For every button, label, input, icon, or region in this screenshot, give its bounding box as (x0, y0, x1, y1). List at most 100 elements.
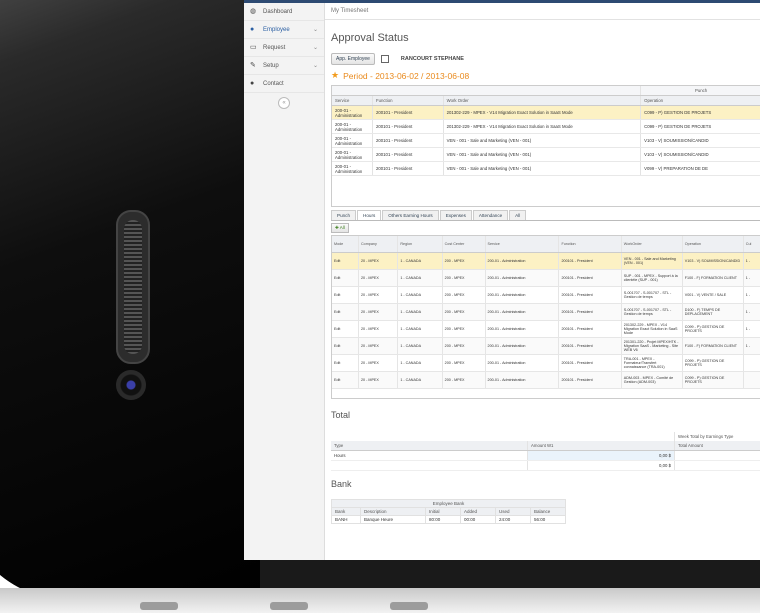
table-row[interactable]: 200-01 - Administration 200101 - Preside… (332, 105, 760, 120)
table-group-header: Employee Bank (331, 499, 566, 508)
table-row[interactable]: Edit 20 - MPEX 1 - CANADA 200 - MPEX 200-01 … (332, 371, 760, 389)
table-row[interactable]: Edit 20 - MPEX 1 - CANADA 200 - MPEX 200-01 … (332, 320, 760, 338)
tab-attendance[interactable]: Attendance (472, 210, 509, 220)
approve-checkbox[interactable] (380, 55, 389, 63)
table-cell: 1 - CANADA (397, 286, 443, 304)
edit-link[interactable]: Edit (332, 303, 359, 321)
table-cell: SUP - 001 - MPEX - Support à la clientèl… (621, 269, 683, 287)
table-row[interactable]: Edit 20 - MPEX 1 - CANADA 200 - MPEX 200-01 … (332, 286, 760, 304)
table-row[interactable]: Edit 20 - MPEX 1 - CANADA 200 - MPEX 200-01 … (332, 269, 760, 287)
sidebar-item-setup[interactable]: ✎ Setup ⌄ (244, 57, 324, 75)
add-button[interactable]: ✚ All (331, 223, 349, 233)
column-header[interactable]: Cost Center (442, 236, 486, 253)
total-title: Total (331, 410, 351, 420)
sidebar-collapse-button[interactable]: « (278, 97, 290, 109)
page-title: Approval Status (331, 32, 409, 44)
table-cell: 200-01 - Administration (485, 269, 560, 287)
sidebar-item-dashboard[interactable]: ◍ Dashboard (244, 3, 324, 21)
dashboard-icon: ◍ (250, 7, 257, 15)
tab-hours[interactable]: Hours (357, 210, 382, 220)
table-row: Hours 0,00 $ (331, 450, 760, 461)
table-cell: 200101 - President (558, 337, 622, 355)
table-cell (674, 460, 760, 471)
sidebar-item-label: Contact (263, 80, 284, 87)
table-row[interactable]: Edit 20 - MPEX 1 - CANADA 200 - MPEX 200-01 … (332, 252, 760, 270)
table-cell: 0,00 $ (527, 450, 675, 461)
table-cell: VEN - 001 - Sale and Marketing (VEN - 00… (621, 252, 683, 270)
star-icon: ★ (331, 70, 340, 80)
column-header[interactable]: Service (332, 95, 373, 106)
table-group-header (332, 86, 642, 96)
column-header[interactable]: Mode (332, 236, 359, 253)
table-cell (331, 460, 528, 471)
column-header[interactable]: Function (372, 95, 444, 106)
table-cell: 200-01 - Administration (485, 303, 560, 321)
edit-link[interactable]: Edit (332, 252, 359, 270)
edit-link[interactable]: Edit (332, 337, 359, 355)
table-row[interactable]: 200-01 - Administration 200101 - Preside… (332, 119, 760, 134)
table-cell: 1 - (743, 252, 760, 270)
column-header[interactable]: Operation (640, 95, 760, 106)
tab-others-earning-hours[interactable]: Others Earning Hours (382, 210, 439, 220)
column-header[interactable]: Region (397, 236, 443, 253)
sidebar-item-label: Dashboard (263, 8, 293, 15)
sidebar-item-label: Employee (263, 26, 290, 33)
edit-link[interactable]: Edit (332, 286, 359, 304)
table-group-header (331, 432, 675, 441)
tab-expenses[interactable]: Expenses (439, 210, 472, 220)
breadcrumb[interactable]: My Timesheet (325, 3, 760, 20)
table-row[interactable]: Edit 20 - MPEX 1 - CANADA 200 - MPEX 200-01 … (332, 354, 760, 372)
sidebar-item-contact[interactable]: ● Contact (244, 75, 324, 93)
sidebar-item-request[interactable]: ▭ Request ⌄ (244, 39, 324, 57)
tab-punch[interactable]: Punch (331, 210, 357, 220)
table-row[interactable]: Edit 20 - MPEX 1 - CANADA 200 - MPEX 200-01 … (332, 303, 760, 321)
table-cell: V099 - V) PREPARATION DE DE (640, 161, 760, 176)
table-group-header: Week Total by Earnings Type (674, 432, 760, 441)
column-header[interactable]: Company (358, 236, 399, 253)
table-row[interactable]: 200-01 - Administration 200101 - Preside… (332, 133, 760, 148)
front-camera (116, 370, 146, 400)
table-cell: 20 - MPEX (358, 320, 399, 338)
tab-all[interactable]: All (509, 210, 527, 220)
table-cell: 20 - MPEX (358, 252, 399, 270)
table-row[interactable]: Edit 20 - MPEX 1 - CANADA 200 - MPEX 200-01 … (332, 337, 760, 355)
column-header: Amount W1 (527, 441, 675, 451)
employee-name: RANCOURT STEPHANE (400, 56, 464, 62)
approve-employee-button[interactable]: App. Employee (331, 53, 375, 65)
column-header: Initial (425, 507, 461, 516)
phone-edge-notch (140, 602, 178, 610)
table-cell: S-001707 - S-001707 - STL - Gestion de t… (621, 286, 683, 304)
column-header[interactable]: Cul (743, 236, 760, 253)
table-cell: 200101 - President (558, 303, 622, 321)
table-cell: 200101 - President (558, 354, 622, 372)
table-cell: F100 - F) FORMATION CLIENT (682, 337, 744, 355)
column-header[interactable]: Function (558, 236, 622, 253)
column-header: Added (460, 507, 496, 516)
mail-icon: ▭ (250, 43, 257, 51)
table-row[interactable]: 200-01 - Administration 200101 - Preside… (332, 147, 760, 162)
edit-icon: ✎ (250, 61, 256, 69)
bank-title: Bank (331, 479, 352, 489)
table-row[interactable]: 200-01 - Administration 200101 - Preside… (332, 161, 760, 176)
sidebar-item-employee[interactable]: ● Employee ⌄ (244, 21, 324, 39)
table-cell: F100 - F) FORMATION CLIENT (682, 269, 744, 287)
table-cell: BANH (331, 515, 361, 524)
sidebar: ◍ Dashboard ● Employee ⌄ ▭ Request ⌄ ✎ S… (244, 3, 325, 560)
table-cell: 200-01 - Administration (485, 286, 560, 304)
edit-link[interactable]: Edit (332, 371, 359, 389)
column-header[interactable]: Service (485, 236, 560, 253)
table-cell: 200101 - President (372, 161, 444, 176)
main-content: My Timesheet Approval Status App. Employ… (325, 3, 760, 560)
edit-link[interactable]: Edit (332, 354, 359, 372)
column-header[interactable]: Operation (682, 236, 744, 253)
edit-link[interactable]: Edit (332, 269, 359, 287)
column-header[interactable]: WorkOrder (621, 236, 683, 253)
table-cell: 1 - CANADA (397, 337, 443, 355)
table-cell: 1 - CANADA (397, 252, 443, 270)
table-cell: C099 - P) GESTION DE PROJETS (640, 119, 760, 134)
edit-link[interactable]: Edit (332, 320, 359, 338)
table-cell: 80:00 (425, 515, 461, 524)
column-header[interactable]: Work Order (443, 95, 642, 106)
app-screen: ◍ Dashboard ● Employee ⌄ ▭ Request ⌄ ✎ S… (244, 0, 760, 560)
table-cell: 200101 - President (372, 147, 444, 162)
